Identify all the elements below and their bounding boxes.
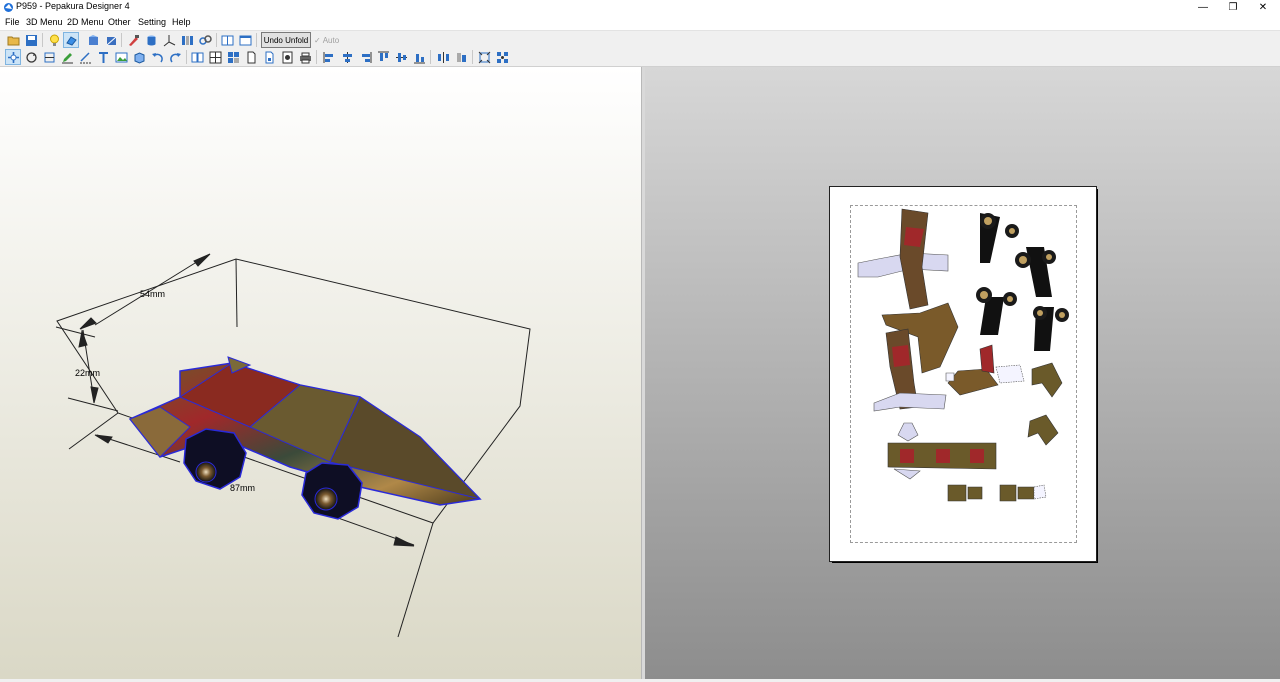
edge-icon[interactable] (104, 33, 118, 47)
maximize-button[interactable]: ❐ (1218, 0, 1248, 15)
main-toolbar: Undo Unfold ✓ Auto (0, 30, 1280, 49)
align-bottom-icon[interactable] (412, 50, 426, 64)
unfold-icon[interactable] (63, 32, 79, 48)
grid-layout-icon[interactable] (208, 50, 222, 64)
book-icon[interactable] (190, 50, 204, 64)
toolbar-separator (216, 33, 217, 47)
save-icon[interactable] (24, 33, 38, 47)
open-icon[interactable] (6, 33, 20, 47)
width-dimension-label: 54mm (140, 289, 166, 299)
height-dimension-label: 22mm (75, 368, 101, 378)
toolbar-separator (430, 50, 431, 64)
pencil-icon[interactable] (60, 50, 74, 64)
lightbulb-icon[interactable] (47, 33, 61, 47)
redo-icon[interactable] (168, 50, 182, 64)
length-dimension-label: 87mm (230, 483, 256, 493)
page-icon[interactable] (244, 50, 258, 64)
cylinder-icon[interactable] (144, 33, 158, 47)
distribute-horizontal-icon[interactable] (436, 50, 450, 64)
menu-setting[interactable]: Setting (138, 17, 166, 27)
auto-label: Auto (322, 35, 340, 45)
toolbar-separator (186, 50, 187, 64)
box-icon[interactable] (132, 50, 146, 64)
fit-page-icon[interactable] (477, 50, 491, 64)
toolbar-separator (256, 33, 257, 47)
paper-sheet[interactable] (829, 186, 1097, 562)
pdf-icon[interactable] (280, 50, 294, 64)
align-right-icon[interactable] (358, 50, 372, 64)
toolbar-separator (316, 50, 317, 64)
part-body-upper[interactable] (857, 208, 949, 310)
check-icon: ✓ (314, 35, 321, 45)
print-icon[interactable] (298, 50, 312, 64)
part-small-strips[interactable] (947, 484, 1047, 502)
align-top-icon[interactable] (376, 50, 390, 64)
unfolded-parts[interactable] (830, 187, 1096, 561)
split-view-icon[interactable] (220, 33, 234, 47)
menu-3d[interactable]: 3D Menu (26, 17, 63, 27)
car-model (128, 356, 482, 520)
minimize-button[interactable]: — (1188, 0, 1218, 15)
text-tool-icon[interactable] (96, 50, 110, 64)
menu-bar: File 3D Menu 2D Menu Other Setting Help (0, 15, 1280, 30)
texture-icon[interactable] (86, 33, 100, 47)
toolbar-separator (42, 33, 43, 47)
toolbar-separator (472, 50, 473, 64)
toolbar-separator (121, 33, 122, 47)
pepakura-app-icon (4, 3, 13, 12)
title-bar: P959 - Pepakura Designer 4 — ❐ ✕ (0, 0, 1280, 15)
select-arrange-icon[interactable] (5, 49, 21, 65)
part-body-lower[interactable] (887, 422, 997, 480)
part-wheels[interactable] (976, 213, 1069, 351)
link-icon[interactable] (198, 33, 212, 47)
3d-view-panel[interactable]: 54mm 22mm 87mm (0, 67, 641, 679)
axis-icon[interactable] (162, 33, 176, 47)
close-button[interactable]: ✕ (1248, 0, 1278, 15)
fold-line-icon[interactable] (78, 50, 92, 64)
paint-icon[interactable] (126, 33, 140, 47)
distribute-vertical-icon[interactable] (454, 50, 468, 64)
align-center-icon[interactable] (340, 50, 354, 64)
auto-arrange-icon[interactable] (495, 50, 509, 64)
tiles-icon[interactable] (226, 50, 240, 64)
page-setup-icon[interactable] (262, 50, 276, 64)
align-left-icon[interactable] (322, 50, 336, 64)
columns-icon[interactable] (180, 33, 194, 47)
menu-file[interactable]: File (5, 17, 20, 27)
align-middle-icon[interactable] (394, 50, 408, 64)
image-icon[interactable] (114, 50, 128, 64)
rotate-icon[interactable] (24, 50, 38, 64)
part-body-middle[interactable] (873, 302, 959, 412)
single-view-icon[interactable] (238, 33, 252, 47)
menu-help[interactable]: Help (172, 17, 191, 27)
undo-unfold-button[interactable]: Undo Unfold (261, 32, 311, 48)
menu-2d[interactable]: 2D Menu (67, 17, 104, 27)
menu-other[interactable]: Other (108, 17, 131, 27)
undo-icon[interactable] (150, 50, 164, 64)
part-fins[interactable] (945, 344, 1063, 446)
join-icon[interactable] (42, 50, 56, 64)
edit-toolbar (0, 48, 1280, 67)
auto-checkbox[interactable]: ✓ Auto (314, 34, 348, 46)
window-title: P959 - Pepakura Designer 4 (16, 1, 130, 11)
